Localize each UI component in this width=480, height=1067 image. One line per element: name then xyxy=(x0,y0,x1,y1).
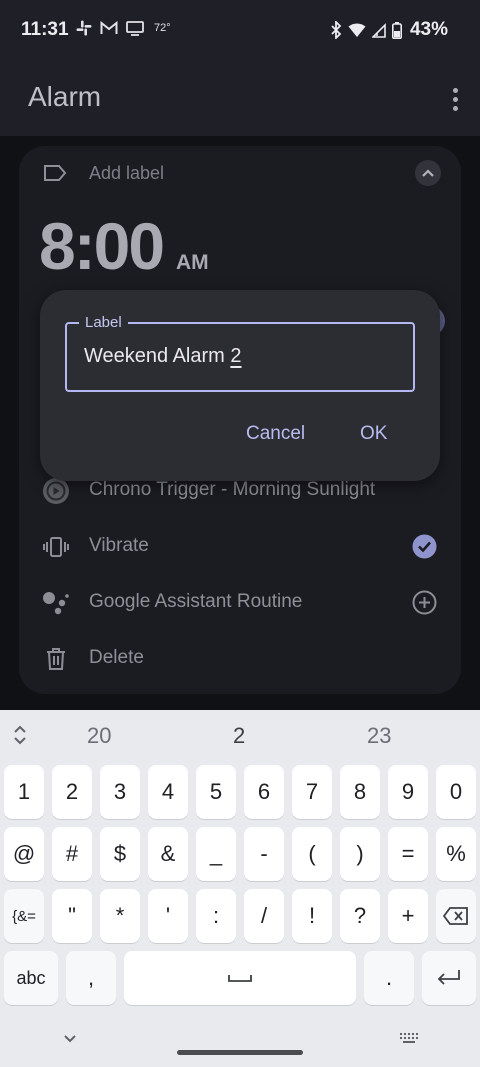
cast-icon xyxy=(126,20,144,36)
status-time: 11:31 xyxy=(21,19,69,40)
key-comma[interactable]: , xyxy=(66,951,116,1005)
key-abc[interactable]: abc xyxy=(4,951,58,1005)
status-temperature: 72° xyxy=(154,22,171,34)
key-8[interactable]: 8 xyxy=(340,765,380,819)
home-gesture-bar[interactable] xyxy=(177,1050,303,1055)
status-notification-icons: 72° xyxy=(76,20,171,36)
key-apostrophe[interactable]: ' xyxy=(148,889,188,943)
ringtone-name: Chrono Trigger - Morning Sunlight xyxy=(89,479,376,500)
suggestion-expand-button[interactable] xyxy=(10,724,30,751)
key-double-quote[interactable]: " xyxy=(52,889,92,943)
vibrate-checkbox[interactable] xyxy=(410,532,438,560)
key-asterisk[interactable]: * xyxy=(100,889,140,943)
keyboard: 20 2 23 1 2 3 4 5 6 7 8 9 0 @ # $ & _ - … xyxy=(0,710,480,1067)
key-percent[interactable]: % xyxy=(436,827,476,881)
delete-label: Delete xyxy=(89,647,144,668)
hide-keyboard-button[interactable] xyxy=(62,1031,78,1049)
key-5[interactable]: 5 xyxy=(196,765,236,819)
key-7[interactable]: 7 xyxy=(292,765,332,819)
label-composing-text: 2 xyxy=(230,345,242,367)
key-plus[interactable]: + xyxy=(388,889,428,943)
add-routine-button[interactable] xyxy=(410,588,438,616)
gmail-icon xyxy=(100,21,118,34)
label-dialog: Label Weekend Alarm 2 Cancel OK xyxy=(40,290,440,481)
label-input[interactable]: Label Weekend Alarm 2 xyxy=(65,314,415,392)
alarm-time[interactable]: 8:00 xyxy=(39,208,165,284)
label-value-text: Weekend Alarm xyxy=(84,345,231,367)
key-equals[interactable]: = xyxy=(388,827,428,881)
key-ampersand[interactable]: & xyxy=(148,827,188,881)
more-vert-icon xyxy=(452,87,458,93)
key-colon[interactable]: : xyxy=(196,889,236,943)
app-bar: Alarm xyxy=(0,62,480,136)
assistant-routine-row[interactable]: Google Assistant Routine xyxy=(19,582,461,622)
key-space[interactable] xyxy=(124,951,356,1005)
ok-button[interactable]: OK xyxy=(360,423,387,445)
key-underscore[interactable]: _ xyxy=(196,827,236,881)
check-circle-icon xyxy=(412,534,436,558)
key-left-paren[interactable]: ( xyxy=(292,827,332,881)
key-dollar[interactable]: $ xyxy=(100,827,140,881)
label-icon xyxy=(44,165,67,181)
chevron-down-icon xyxy=(64,1035,76,1043)
vibrate-row[interactable]: Vibrate xyxy=(19,526,461,566)
keyboard-icon xyxy=(400,1033,418,1043)
add-circle-icon xyxy=(412,590,436,614)
key-0[interactable]: 0 xyxy=(436,765,476,819)
status-bar: 11:31 72° 43% xyxy=(0,0,480,62)
key-2[interactable]: 2 xyxy=(52,765,92,819)
key-symbols-more[interactable]: {&= xyxy=(4,889,44,943)
suggestion-left[interactable]: 20 xyxy=(87,723,111,749)
vibrate-icon xyxy=(41,532,71,562)
key-right-paren[interactable]: ) xyxy=(340,827,380,881)
delete-icon xyxy=(41,644,71,674)
navigation-bar xyxy=(0,1025,480,1067)
wifi-icon xyxy=(348,23,366,37)
battery-percentage: 43% xyxy=(409,19,448,40)
suggestion-right[interactable]: 23 xyxy=(367,723,391,749)
key-backspace[interactable] xyxy=(436,889,476,943)
label-input-label: Label xyxy=(79,314,128,331)
key-question[interactable]: ? xyxy=(340,889,380,943)
add-label-button[interactable]: Add label xyxy=(89,163,164,184)
delete-row[interactable]: Delete xyxy=(19,638,461,678)
suggestion-center[interactable]: 2 xyxy=(233,723,245,749)
key-minus[interactable]: - xyxy=(244,827,284,881)
google-assistant-icon xyxy=(41,588,71,618)
key-hash[interactable]: # xyxy=(52,827,92,881)
key-9[interactable]: 9 xyxy=(388,765,428,819)
key-slash[interactable]: / xyxy=(244,889,284,943)
key-enter[interactable] xyxy=(422,951,476,1005)
chevron-up-icon xyxy=(422,169,434,177)
status-system-icons: 43% xyxy=(330,19,448,41)
battery-icon xyxy=(391,21,402,39)
collapse-button[interactable] xyxy=(415,160,441,186)
alarm-ampm: AM xyxy=(176,251,209,274)
label-input-value: Weekend Alarm 2 xyxy=(84,345,242,368)
backspace-icon xyxy=(443,907,468,925)
key-3[interactable]: 3 xyxy=(100,765,140,819)
space-icon xyxy=(228,975,252,982)
cancel-button[interactable]: Cancel xyxy=(246,423,305,445)
cell-signal-icon xyxy=(371,22,386,38)
more-options-button[interactable] xyxy=(440,82,470,116)
bluetooth-icon xyxy=(331,21,342,39)
enter-icon xyxy=(437,970,460,985)
key-6[interactable]: 6 xyxy=(244,765,284,819)
key-exclamation[interactable]: ! xyxy=(292,889,332,943)
vibrate-label: Vibrate xyxy=(89,535,149,556)
unfold-icon xyxy=(14,725,26,745)
keyboard-switch-button[interactable] xyxy=(398,1031,420,1052)
assistant-routine-label: Google Assistant Routine xyxy=(89,591,303,612)
key-4[interactable]: 4 xyxy=(148,765,188,819)
suggestion-bar: 20 2 23 xyxy=(0,710,480,760)
slack-icon xyxy=(76,20,92,36)
key-1[interactable]: 1 xyxy=(4,765,44,819)
page-title: Alarm xyxy=(28,81,102,112)
key-period[interactable]: . xyxy=(364,951,414,1005)
key-at[interactable]: @ xyxy=(4,827,44,881)
